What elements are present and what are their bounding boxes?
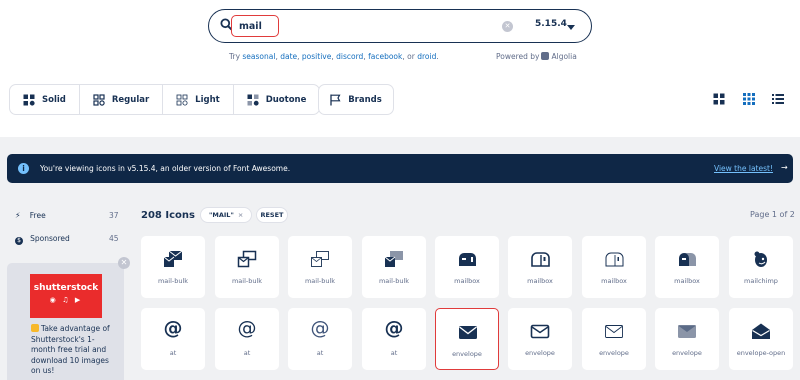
shutterstock-logo: shutterstock ◉ ♫ ▶ bbox=[30, 274, 102, 318]
search-input[interactable] bbox=[231, 15, 279, 37]
mailchimp-icon bbox=[754, 251, 767, 267]
icon-tile-mail-bulk[interactable]: mail-bulk bbox=[288, 236, 352, 298]
suggestion-link[interactable]: droid bbox=[417, 52, 436, 61]
at-icon: @ bbox=[310, 317, 330, 339]
suggestion-link[interactable]: facebook bbox=[368, 52, 402, 61]
icon-tile-mail-bulk[interactable]: mail-bulk bbox=[362, 236, 426, 298]
style-filter-group: Solid Regular Light Duotone bbox=[9, 84, 321, 115]
close-icon[interactable]: × bbox=[238, 211, 243, 219]
sponsored-ad[interactable]: shutterstock ◉ ♫ ▶ Take advantage of Shu… bbox=[7, 263, 124, 380]
mailbox-icon bbox=[459, 253, 476, 266]
view-latest-link[interactable]: View the latest! bbox=[714, 164, 773, 173]
envelope-open-icon bbox=[752, 323, 770, 339]
clear-search-button[interactable]: ✕ bbox=[502, 21, 513, 32]
style-filter-regular[interactable]: Regular bbox=[80, 85, 164, 114]
icon-tile-mailbox[interactable]: mailbox bbox=[655, 236, 719, 298]
envelope-icon bbox=[530, 324, 550, 339]
envelope-icon bbox=[605, 325, 623, 338]
icon-tile-mailbox[interactable]: mailbox bbox=[508, 236, 572, 298]
flag-icon bbox=[330, 94, 341, 105]
close-ad-button[interactable]: ✕ bbox=[118, 257, 130, 269]
sponsored-count: 45 bbox=[109, 234, 119, 243]
icon-tile-mail-bulk[interactable]: mail-bulk bbox=[141, 236, 205, 298]
algolia-icon bbox=[541, 52, 550, 60]
version-banner: i You're viewing icons in v5.15.4, an ol… bbox=[7, 154, 793, 183]
grid-large-view-icon[interactable] bbox=[713, 93, 725, 105]
at-icon: @ bbox=[163, 317, 183, 339]
style-filter-duotone[interactable]: Duotone bbox=[234, 85, 320, 114]
icon-tile-mailbox[interactable]: mailbox bbox=[435, 236, 499, 298]
filter-free[interactable]: ⚡ Free bbox=[15, 211, 46, 220]
media-icons: ◉ ♫ ▶ bbox=[49, 296, 83, 304]
content-area: i You're viewing icons in v5.15.4, an ol… bbox=[0, 137, 800, 380]
at-icon: @ bbox=[384, 317, 404, 339]
mail-bulk-icon bbox=[311, 251, 329, 267]
envelope-icon bbox=[459, 326, 477, 339]
results-count: 208 Icons bbox=[141, 210, 195, 221]
version-select[interactable]: 5.15.4 bbox=[535, 19, 567, 29]
icon-tile-mailchimp[interactable]: mailchimp bbox=[729, 236, 793, 298]
free-count: 37 bbox=[109, 211, 119, 220]
icon-tile-envelope[interactable]: envelope bbox=[508, 308, 572, 370]
filter-sponsored[interactable]: $ Sponsored bbox=[15, 234, 70, 245]
style-filter-light[interactable]: Light bbox=[163, 85, 234, 114]
grid-small-view-icon[interactable] bbox=[743, 93, 755, 105]
icon-tile-mail-bulk[interactable]: mail-bulk bbox=[215, 236, 279, 298]
query-chip[interactable]: "MAIL" × bbox=[200, 207, 253, 223]
reset-button[interactable]: RESET bbox=[256, 207, 288, 223]
icons-icon bbox=[176, 94, 188, 105]
arrow-right-icon[interactable]: → bbox=[781, 163, 788, 172]
mailbox-icon bbox=[531, 252, 550, 267]
icons-icon bbox=[247, 94, 259, 106]
suggestion-link[interactable]: seasonal bbox=[242, 52, 275, 61]
icons-icon bbox=[23, 94, 35, 106]
search-suggestions: Try seasonal, date, positive, discord, f… bbox=[229, 52, 439, 61]
icon-tile-envelope-open[interactable]: envelope-open bbox=[729, 308, 793, 370]
powered-by: Powered by Algolia bbox=[496, 52, 577, 61]
dollar-circle-icon: $ bbox=[15, 237, 23, 245]
ad-badge-icon bbox=[31, 324, 39, 332]
suggestion-link[interactable]: date bbox=[280, 52, 297, 61]
mailbox-icon bbox=[679, 253, 696, 266]
page-indicator: Page 1 of 2 bbox=[750, 210, 795, 219]
mail-bulk-icon bbox=[237, 250, 257, 268]
bolt-icon: ⚡ bbox=[15, 211, 21, 220]
at-icon: @ bbox=[237, 317, 257, 339]
mail-bulk-icon bbox=[163, 250, 183, 267]
icon-tile-envelope[interactable]: envelope bbox=[435, 308, 499, 370]
chevron-down-icon[interactable] bbox=[567, 25, 575, 30]
envelope-icon bbox=[678, 325, 696, 338]
list-view-icon[interactable] bbox=[772, 93, 784, 105]
info-icon: i bbox=[18, 163, 29, 174]
icon-tile-envelope[interactable]: envelope bbox=[582, 308, 646, 370]
icon-tile-at[interactable]: @ at bbox=[215, 308, 279, 370]
search-bar: ✕ 5.15.4 bbox=[208, 9, 592, 43]
suggestion-link[interactable]: positive bbox=[302, 52, 331, 61]
icon-tile-envelope[interactable]: envelope bbox=[655, 308, 719, 370]
suggestion-link[interactable]: discord bbox=[336, 52, 363, 61]
icon-tile-at[interactable]: @ at bbox=[362, 308, 426, 370]
mail-bulk-icon bbox=[384, 251, 403, 267]
icon-tile-mailbox[interactable]: mailbox bbox=[582, 236, 646, 298]
icon-tile-at[interactable]: @ at bbox=[288, 308, 352, 370]
icons-icon bbox=[93, 93, 105, 106]
icon-tile-at[interactable]: @ at bbox=[141, 308, 205, 370]
style-filter-brands[interactable]: Brands bbox=[318, 84, 394, 115]
mailbox-icon bbox=[605, 252, 624, 267]
style-filter-solid[interactable]: Solid bbox=[10, 85, 80, 114]
